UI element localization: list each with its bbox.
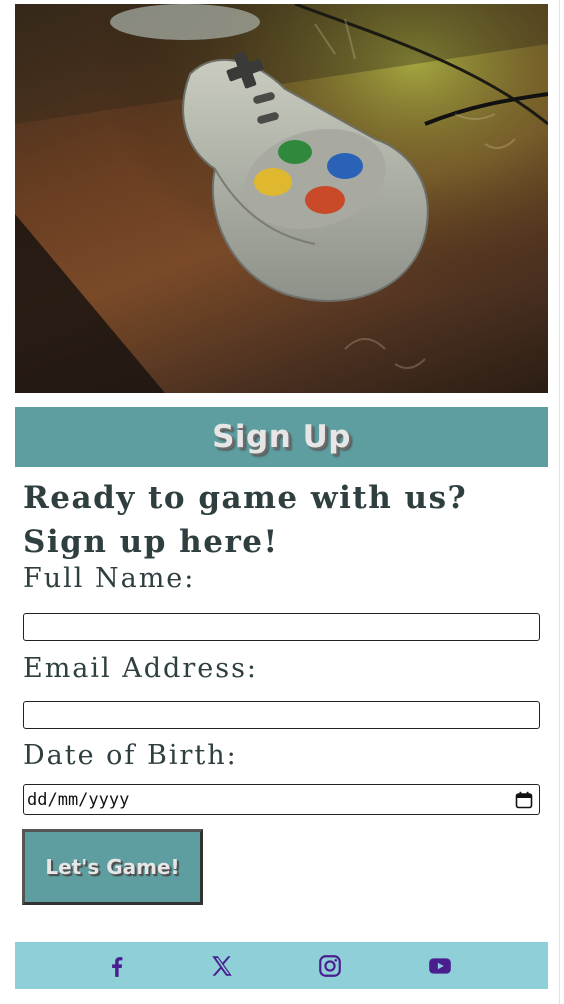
calendar-icon[interactable]: [515, 791, 533, 809]
dob-input[interactable]: dd/mm/yyyy: [23, 784, 540, 815]
form-heading-line1: Ready to game with us?: [23, 480, 468, 516]
form-heading: Ready to game with us? Sign up here!: [23, 476, 541, 564]
social-footer: [15, 942, 548, 989]
instagram-icon[interactable]: [316, 952, 344, 980]
facebook-icon[interactable]: [103, 952, 131, 980]
full-name-label: Full Name:: [23, 563, 196, 594]
lets-game-button[interactable]: Let's Game!: [22, 829, 203, 905]
signup-banner: Sign Up: [15, 407, 548, 467]
dob-placeholder: dd/mm/yyyy: [27, 789, 130, 810]
page-edge-divider: [559, 0, 560, 1004]
email-label: Email Address:: [23, 653, 259, 684]
youtube-icon[interactable]: [426, 952, 454, 980]
lets-game-button-label: Let's Game!: [45, 855, 180, 879]
full-name-input[interactable]: [23, 613, 540, 641]
x-icon[interactable]: [208, 952, 236, 980]
signup-form: Ready to game with us? Sign up here! Ful…: [23, 476, 541, 815]
banner-title: Sign Up: [212, 419, 351, 455]
hero-image: [15, 4, 548, 393]
dob-label: Date of Birth:: [23, 740, 238, 771]
email-input[interactable]: [23, 701, 540, 729]
gamepad-photo: [15, 4, 548, 393]
form-heading-line2: Sign up here!: [23, 524, 279, 560]
